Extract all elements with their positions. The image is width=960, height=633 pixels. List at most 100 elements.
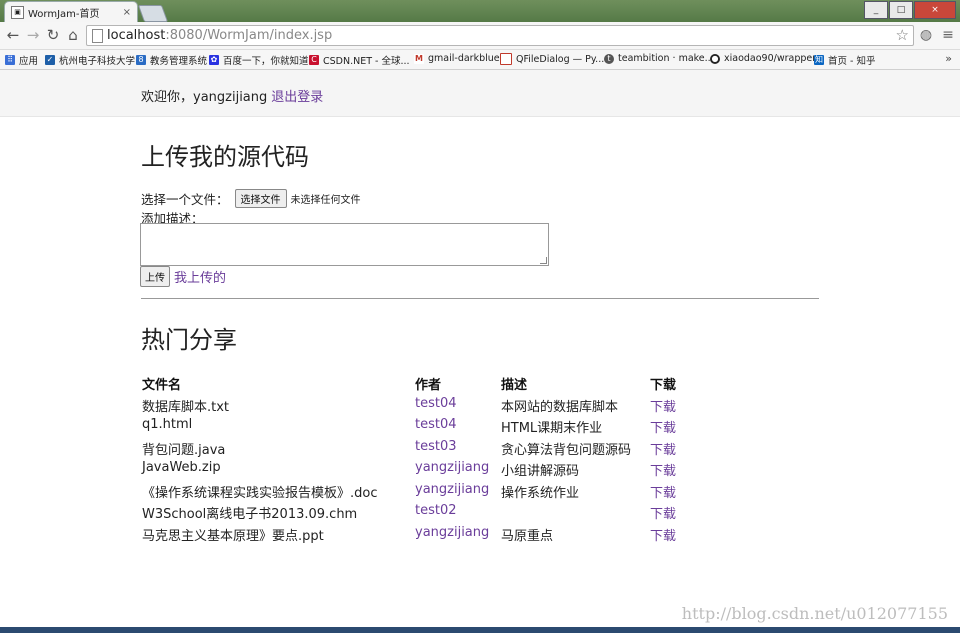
baidu-paw-icon: ✿ bbox=[209, 55, 219, 65]
bookmark-label: CSDN.NET - 全球... bbox=[323, 56, 410, 67]
new-tab-button[interactable] bbox=[137, 5, 169, 22]
table-row: 数据库脚本.txt test04 本网站的数据库脚本 下载 bbox=[142, 396, 702, 418]
zhihu-icon: 知 bbox=[814, 55, 824, 65]
close-window-button[interactable]: × bbox=[914, 1, 956, 19]
bookmark-hdu[interactable]: ✓ 杭州电子科技大学 bbox=[45, 53, 135, 67]
welcome-line: 欢迎你，yangzijiang 退出登录 bbox=[141, 86, 323, 105]
download-link[interactable]: 下载 bbox=[650, 503, 676, 522]
bookmark-label: gmail-darkblue bbox=[428, 53, 500, 64]
bookmark-qfiledialog[interactable]: QFileDialog — Py... bbox=[500, 53, 604, 65]
bookmark-label: 百度一下，你就知道 bbox=[223, 56, 309, 67]
maximize-button[interactable]: □ bbox=[889, 1, 913, 19]
welcome-text: 欢迎你，yangzijiang bbox=[141, 90, 268, 105]
system-icon: 8 bbox=[136, 55, 146, 65]
tab-title: WormJam-首页 bbox=[28, 8, 100, 20]
download-link[interactable]: 下载 bbox=[650, 417, 676, 436]
hot-section-title: 热门分享 bbox=[141, 326, 237, 354]
author-link[interactable]: test02 bbox=[415, 503, 457, 518]
gmail-icon: M bbox=[414, 53, 424, 64]
file-name: q1.html bbox=[142, 417, 193, 432]
csdn-icon: C bbox=[309, 55, 319, 65]
bookmark-github[interactable]: ● xiaodao90/wrapper bbox=[710, 53, 816, 64]
hot-shares-table: 文件名 作者 描述 下载 数据库脚本.txt test04 本网站的数据库脚本 … bbox=[142, 374, 702, 546]
bookmark-star-icon[interactable]: ☆ bbox=[896, 26, 909, 45]
resize-grip-icon[interactable] bbox=[540, 257, 547, 264]
upload-actions: 上传 我上传的 bbox=[140, 266, 226, 287]
download-link[interactable]: 下载 bbox=[650, 525, 676, 544]
author-link[interactable]: test04 bbox=[415, 396, 457, 411]
file-name: 马克思主义基本原理》要点.ppt bbox=[142, 528, 324, 544]
reload-icon[interactable]: ↻ bbox=[44, 26, 62, 44]
page-favicon-icon: ▣ bbox=[11, 5, 24, 19]
table-row: JavaWeb.zip yangzijiang 小组讲解源码 下载 bbox=[142, 460, 702, 482]
description-textarea[interactable] bbox=[140, 223, 549, 266]
bookmark-label: QFileDialog — Py... bbox=[516, 53, 605, 65]
my-uploads-link[interactable]: 我上传的 bbox=[174, 267, 226, 286]
bookmark-apps[interactable]: ⠿ 应用 bbox=[5, 53, 38, 67]
author-link[interactable]: test04 bbox=[415, 417, 457, 432]
author-link[interactable]: yangzijiang bbox=[415, 482, 489, 497]
section-divider bbox=[141, 298, 819, 299]
file-description: 操作系统作业 bbox=[501, 485, 580, 501]
bookmark-zhihu[interactable]: 知 首页 - 知乎 bbox=[814, 53, 875, 67]
column-header-download: 下载 bbox=[650, 378, 677, 393]
browser-toolbar: ← → ↻ ⌂ localhost:8080/WormJam/index.jsp… bbox=[0, 22, 960, 50]
minimize-button[interactable]: _ bbox=[864, 1, 888, 19]
logout-link[interactable]: 退出登录 bbox=[271, 90, 323, 105]
extension-icon[interactable]: ◍ bbox=[918, 27, 934, 43]
address-bar[interactable]: localhost:8080/WormJam/index.jsp ☆ bbox=[86, 25, 914, 46]
teambition-icon: t bbox=[604, 53, 614, 64]
file-name: JavaWeb.zip bbox=[142, 460, 221, 475]
download-link[interactable]: 下载 bbox=[650, 482, 676, 501]
download-link[interactable]: 下载 bbox=[650, 439, 676, 458]
table-row: 《操作系统课程实践实验报告模板》.doc yangzijiang 操作系统作业 … bbox=[142, 482, 702, 504]
tab-close-icon[interactable]: × bbox=[123, 7, 131, 18]
bookmark-teambition[interactable]: t teambition · make... bbox=[604, 53, 714, 64]
author-link[interactable]: yangzijiang bbox=[415, 460, 489, 475]
bookmarks-overflow-icon[interactable]: » bbox=[945, 52, 952, 65]
bookmark-baidu[interactable]: ✿ 百度一下，你就知道 bbox=[209, 53, 309, 67]
table-row: q1.html test04 HTML课期末作业 下载 bbox=[142, 417, 702, 439]
choose-file-button[interactable]: 选择文件 bbox=[234, 189, 287, 208]
user-bar: 欢迎你，yangzijiang 退出登录 bbox=[0, 70, 960, 117]
menu-icon[interactable]: ≡ bbox=[940, 27, 956, 43]
choose-file-label: 选择一个文件： bbox=[141, 192, 229, 207]
hdu-icon: ✓ bbox=[45, 55, 55, 65]
download-link[interactable]: 下载 bbox=[650, 460, 676, 479]
browser-tab[interactable]: ▣ WormJam-首页 × bbox=[4, 1, 138, 22]
bookmark-label: 杭州电子科技大学 bbox=[59, 56, 136, 67]
bookmarks-bar: ⠿ 应用 ✓ 杭州电子科技大学 8 教务管理系统 ✿ 百度一下，你就知道 C C… bbox=[0, 50, 960, 70]
bookmark-label: 应用 bbox=[19, 56, 39, 67]
upload-section-title: 上传我的源代码 bbox=[141, 143, 309, 171]
column-header-author: 作者 bbox=[415, 378, 442, 393]
page-icon bbox=[92, 29, 103, 43]
bookmark-label: xiaodao90/wrapper bbox=[724, 53, 817, 64]
file-description: 小组讲解源码 bbox=[501, 464, 580, 479]
file-name: W3School离线电子书2013.09.chm bbox=[142, 507, 358, 522]
forward-arrow-icon[interactable]: → bbox=[24, 26, 42, 44]
url-host: localhost bbox=[107, 28, 166, 43]
table-row: 背包问题.java test03 贪心算法背包问题源码 下载 bbox=[142, 439, 702, 461]
back-arrow-icon[interactable]: ← bbox=[4, 26, 22, 44]
os-taskbar bbox=[0, 627, 960, 633]
bookmark-gmail[interactable]: M gmail-darkblue bbox=[414, 53, 500, 64]
file-description: 本网站的数据库脚本 bbox=[501, 399, 619, 415]
upload-button[interactable]: 上传 bbox=[140, 266, 170, 287]
author-link[interactable]: yangzijiang bbox=[415, 525, 489, 540]
download-link[interactable]: 下载 bbox=[650, 396, 676, 415]
column-header-description: 描述 bbox=[501, 378, 528, 393]
column-header-filename: 文件名 bbox=[142, 378, 182, 393]
no-file-text: 未选择任何文件 bbox=[290, 195, 361, 206]
file-description: 马原重点 bbox=[501, 528, 554, 544]
doc-icon bbox=[500, 53, 512, 65]
bookmark-label: 教务管理系统 bbox=[150, 56, 208, 67]
bookmark-label: 首页 - 知乎 bbox=[828, 56, 876, 67]
bookmark-csdn[interactable]: C CSDN.NET - 全球... bbox=[309, 53, 410, 67]
file-name: 背包问题.java bbox=[142, 442, 226, 458]
table-header-row: 文件名 作者 描述 下载 bbox=[142, 374, 702, 396]
author-link[interactable]: test03 bbox=[415, 439, 457, 454]
bookmark-label: teambition · make... bbox=[618, 53, 714, 64]
bookmark-jiaowu[interactable]: 8 教务管理系统 bbox=[136, 53, 207, 67]
file-chooser-row: 选择一个文件： 选择文件 未选择任何文件 bbox=[141, 189, 361, 208]
home-icon[interactable]: ⌂ bbox=[64, 26, 82, 44]
